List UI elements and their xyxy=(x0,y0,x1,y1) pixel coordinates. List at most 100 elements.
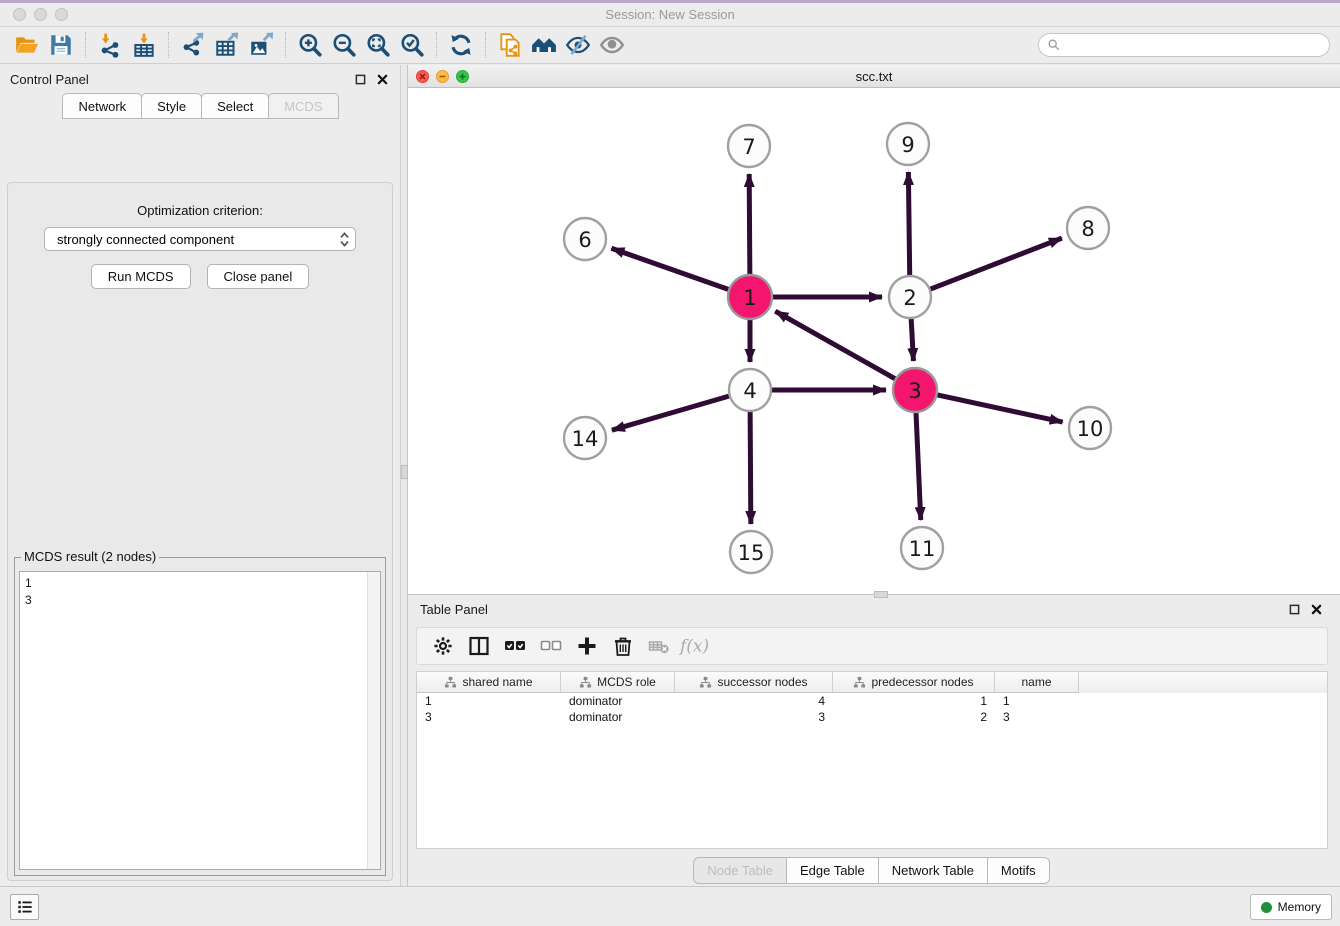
import-network-button[interactable] xyxy=(93,30,127,60)
node-6[interactable]: 6 xyxy=(564,218,606,260)
node-9[interactable]: 9 xyxy=(887,123,929,165)
table-cell[interactable]: 1 xyxy=(833,693,995,709)
node-11[interactable]: 11 xyxy=(901,527,943,569)
select-all-rows-button[interactable] xyxy=(497,631,533,661)
control-panel-title: Control Panel xyxy=(10,72,346,87)
node-1[interactable]: 1 xyxy=(728,275,772,319)
zoom-selected-button[interactable] xyxy=(395,30,429,60)
tab-network[interactable]: Network xyxy=(62,93,142,119)
node-7[interactable]: 7 xyxy=(728,125,770,167)
delete-table-button[interactable] xyxy=(641,631,677,661)
import-table-button[interactable] xyxy=(127,30,161,60)
criterion-select[interactable]: strongly connected component xyxy=(44,227,356,251)
node-label: 11 xyxy=(909,537,936,561)
select-all-rows-icon xyxy=(503,634,527,658)
tab-motifs[interactable]: Motifs xyxy=(987,857,1050,884)
search-box[interactable] xyxy=(1038,33,1330,57)
node-10[interactable]: 10 xyxy=(1069,407,1111,449)
vertical-splitter[interactable] xyxy=(400,65,408,886)
node-3[interactable]: 3 xyxy=(893,368,937,412)
table-cell[interactable]: dominator xyxy=(561,693,675,709)
edge-2-3[interactable] xyxy=(911,319,913,361)
edge-2-9[interactable] xyxy=(908,172,909,275)
tab-edge-table[interactable]: Edge Table xyxy=(786,857,879,884)
column-header-predecessor-nodes[interactable]: predecessor nodes xyxy=(833,672,995,693)
zoom-out-button[interactable] xyxy=(327,30,361,60)
edge-1-7[interactable] xyxy=(749,174,750,274)
column-header-name[interactable]: name xyxy=(995,672,1079,693)
show-graphics-details-icon xyxy=(599,32,625,58)
settings-button[interactable] xyxy=(425,631,461,661)
edge-1-6[interactable] xyxy=(611,248,728,289)
table-cell[interactable]: 3 xyxy=(417,709,561,725)
deselect-all-rows-button[interactable] xyxy=(533,631,569,661)
export-table-button[interactable] xyxy=(210,30,244,60)
table-cell[interactable]: dominator xyxy=(561,709,675,725)
table-cell[interactable]: 1 xyxy=(995,693,1079,709)
network-canvas[interactable]: 7 9 6 8 1 2 4 3 14 10 15 11 xyxy=(408,88,1340,594)
table-cell[interactable]: 2 xyxy=(833,709,995,725)
import-table-icon xyxy=(131,32,157,58)
open-session-button[interactable] xyxy=(10,30,44,60)
tab-mcds[interactable]: MCDS xyxy=(268,93,338,119)
column-header-label: MCDS role xyxy=(597,675,656,689)
edge-2-8[interactable] xyxy=(931,238,1062,289)
memory-button[interactable]: Memory xyxy=(1250,894,1332,920)
table-cell[interactable]: 1 xyxy=(417,693,561,709)
tab-node-table[interactable]: Node Table xyxy=(693,857,787,884)
column-header-shared-name[interactable]: shared name xyxy=(417,672,561,693)
table-row[interactable]: 1dominator411 xyxy=(417,693,1327,709)
splitter-grip[interactable] xyxy=(401,465,408,479)
node-2[interactable]: 2 xyxy=(889,276,931,318)
add-row-button[interactable] xyxy=(569,631,605,661)
columns-button[interactable] xyxy=(461,631,497,661)
node-14[interactable]: 14 xyxy=(564,417,606,459)
search-input[interactable] xyxy=(1066,38,1321,52)
column-header-successor-nodes[interactable]: successor nodes xyxy=(675,672,833,693)
horizontal-splitter-grip[interactable] xyxy=(874,591,888,598)
export-network-button[interactable] xyxy=(176,30,210,60)
edge-3-11[interactable] xyxy=(916,413,921,520)
zoom-in-button[interactable] xyxy=(293,30,327,60)
table-row[interactable]: 3dominator323 xyxy=(417,709,1327,725)
run-mcds-button[interactable]: Run MCDS xyxy=(91,264,191,289)
node-15[interactable]: 15 xyxy=(730,531,772,573)
task-history-button[interactable] xyxy=(10,894,39,920)
main-toolbar xyxy=(0,27,1340,64)
criterion-value: strongly connected component xyxy=(57,232,234,247)
edge-4-14[interactable] xyxy=(612,396,729,430)
edge-4-15[interactable] xyxy=(750,412,751,524)
zoom-fit-button[interactable] xyxy=(361,30,395,60)
mcds-result-textarea[interactable]: 13 xyxy=(19,571,381,870)
table-cell[interactable]: 3 xyxy=(995,709,1079,725)
node-8[interactable]: 8 xyxy=(1067,207,1109,249)
close-table-panel-icon[interactable] xyxy=(1308,601,1324,617)
tab-style[interactable]: Style xyxy=(141,93,202,119)
home-button[interactable] xyxy=(527,30,561,60)
close-panel-icon[interactable] xyxy=(374,71,390,87)
import-network-icon xyxy=(97,32,123,58)
node-label: 6 xyxy=(578,228,591,252)
show-graphics-details-button[interactable] xyxy=(595,30,629,60)
hide-graphics-details-button[interactable] xyxy=(561,30,595,60)
export-image-button[interactable] xyxy=(244,30,278,60)
columns-icon xyxy=(467,634,491,658)
save-session-button[interactable] xyxy=(44,30,78,60)
column-header-MCDS-role[interactable]: MCDS role xyxy=(561,672,675,693)
result-scrollbar[interactable] xyxy=(367,572,380,869)
node-4[interactable]: 4 xyxy=(729,369,771,411)
clone-network-button[interactable] xyxy=(493,30,527,60)
close-panel-button[interactable]: Close panel xyxy=(207,264,310,289)
edge-3-1[interactable] xyxy=(775,311,895,378)
tab-network-table[interactable]: Network Table xyxy=(878,857,988,884)
network-window-titlebar[interactable]: scc.txt xyxy=(408,65,1340,88)
delete-row-button[interactable] xyxy=(605,631,641,661)
edge-3-10[interactable] xyxy=(937,395,1062,422)
refresh-network-button[interactable] xyxy=(444,30,478,60)
float-panel-icon[interactable] xyxy=(352,71,368,87)
tab-select[interactable]: Select xyxy=(201,93,269,119)
float-table-panel-icon[interactable] xyxy=(1286,601,1302,617)
table-cell[interactable]: 3 xyxy=(675,709,833,725)
function-builder-button[interactable]: f(x) xyxy=(677,631,713,661)
table-cell[interactable]: 4 xyxy=(675,693,833,709)
